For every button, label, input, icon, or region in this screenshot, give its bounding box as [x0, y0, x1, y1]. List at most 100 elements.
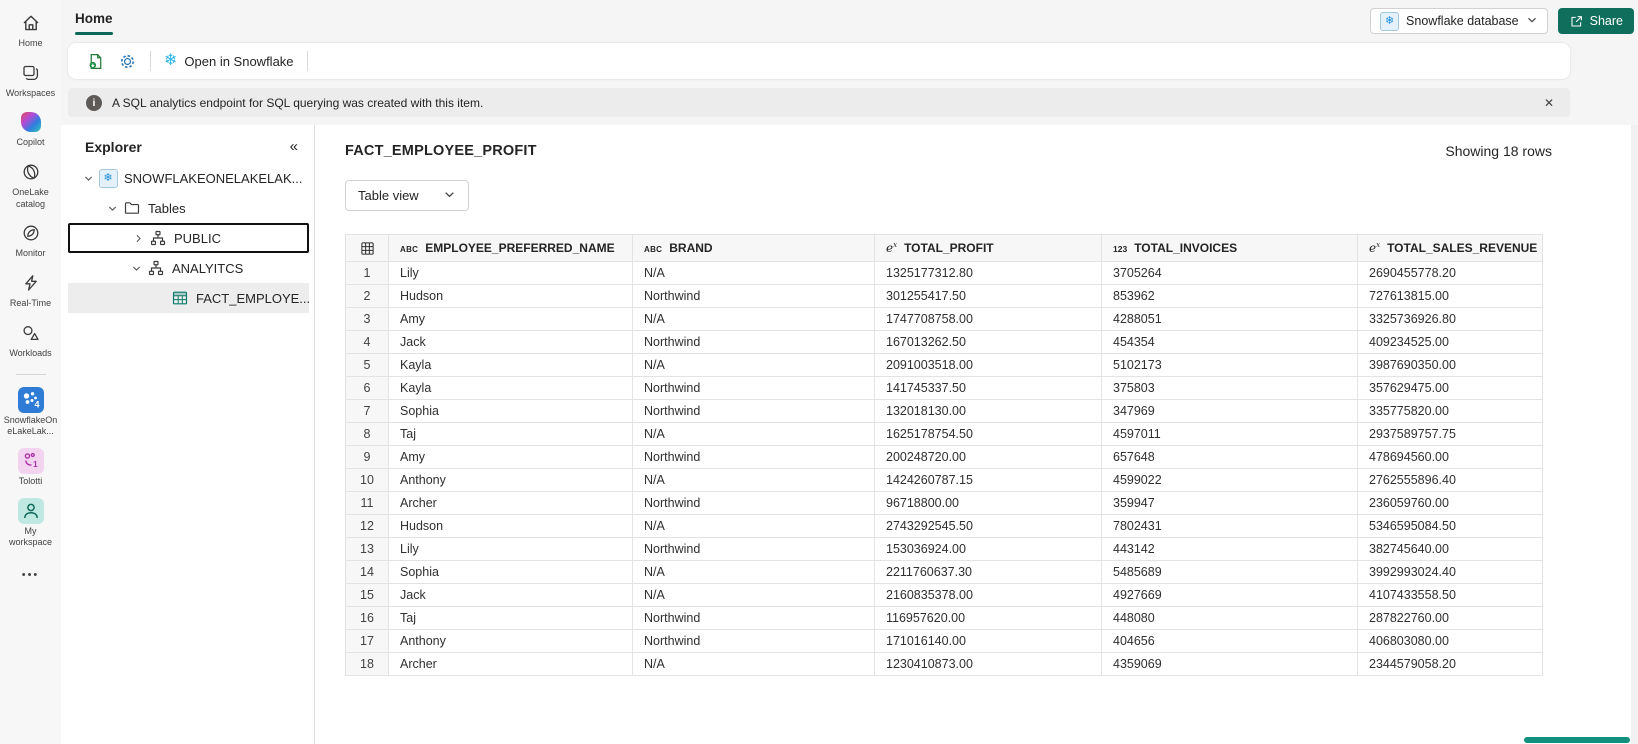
share-button[interactable]: Share — [1557, 8, 1634, 34]
explorer-title: Explorer — [85, 138, 142, 155]
rail-more-button[interactable]: ••• — [22, 569, 40, 581]
tree-item-snowflakeonelakelak[interactable]: ❄ SNOWFLAKEONELAKELAK... — [68, 163, 309, 193]
table-cell: 3705264 — [1102, 262, 1358, 285]
tree-item-label: ANALYITCS — [172, 260, 244, 276]
workspaces-icon — [21, 62, 41, 84]
table-row[interactable]: 1 Lily N/A 1325177312.80 3705264 2690455778.2… — [345, 262, 1543, 285]
table-cell: 5485689 — [1102, 561, 1358, 584]
table-row[interactable]: 5 Kayla N/A 2091003518.00 5102173 3987690350.… — [345, 354, 1543, 377]
rail-item-workspaces[interactable]: Workspaces — [0, 62, 61, 100]
table-row[interactable]: 10 Anthony N/A 1424260787.15 4599022 27625558… — [345, 469, 1543, 492]
toolbar-divider — [306, 51, 308, 71]
column-header-total-invoices[interactable]: 123 TOTAL_INVOICES — [1102, 234, 1358, 262]
table-cell: 4288051 — [1102, 308, 1358, 331]
table-cell: 5102173 — [1102, 354, 1358, 377]
rail-item-tolotti[interactable]: 1 Tolotti — [0, 447, 61, 488]
table-cell: 2211760637.30 — [875, 561, 1102, 584]
open-in-snowflake-button[interactable]: ❄ Open in Snowflake — [164, 53, 294, 69]
table-row[interactable]: 12 Hudson N/A 2743292545.50 7802431 534659508… — [345, 515, 1543, 538]
snowflake-app-icon: 4 — [17, 386, 44, 413]
table-cell: N/A — [633, 423, 875, 446]
table-row[interactable]: 11 Archer Northwind 96718800.00 359947 236059… — [345, 492, 1543, 515]
table-row[interactable]: 13 Lily Northwind 153036924.00 443142 3827456… — [345, 538, 1543, 561]
column-header-total-profit[interactable]: ex TOTAL_PROFIT — [875, 234, 1102, 262]
table-row[interactable]: 6 Kayla Northwind 141745337.50 375803 3576294… — [345, 377, 1543, 400]
folder-icon — [123, 199, 141, 217]
table-row[interactable]: 14 Sophia N/A 2211760637.30 5485689 399299302… — [345, 561, 1543, 584]
tab-active-underline — [75, 32, 113, 35]
column-header-total-sales-revenue[interactable]: ex TOTAL_SALES_REVENUE — [1358, 234, 1543, 262]
tab-home[interactable]: Home — [75, 11, 113, 26]
chevron-down-icon[interactable] — [80, 173, 96, 184]
table-row[interactable]: 18 Archer N/A 1230410873.00 4359069 234457905… — [345, 653, 1543, 676]
table-row[interactable]: 8 Taj N/A 1625178754.50 4597011 2937589757.75 — [345, 423, 1543, 446]
tree-item-tables[interactable]: Tables — [68, 193, 309, 223]
table-cell: 4597011 — [1102, 423, 1358, 446]
table-cell: 141745337.50 — [875, 377, 1102, 400]
rail-item-label: Workspaces — [5, 87, 56, 98]
table-row[interactable]: 2 Hudson Northwind 301255417.50 853962 727613… — [345, 285, 1543, 308]
database-type-selector[interactable]: ❄ Snowflake database — [1370, 8, 1548, 34]
chevron-right-icon[interactable] — [130, 233, 146, 244]
table-cell: Sophia — [389, 400, 633, 423]
column-name: TOTAL_INVOICES — [1134, 241, 1238, 255]
column-header-brand[interactable]: ABC BRAND — [633, 234, 875, 262]
table-cell: 153036924.00 — [875, 538, 1102, 561]
rail-item-snowflakeonelakelak[interactable]: 4 SnowflakeOneLakeLak... — [0, 386, 61, 438]
rail-item-workloads[interactable]: Workloads — [0, 322, 61, 360]
table-cell: Kayla — [389, 377, 633, 400]
rail-item-copilot[interactable]: Copilot — [0, 111, 61, 149]
chevron-down-icon[interactable] — [128, 263, 144, 274]
column-name: TOTAL_PROFIT — [904, 241, 994, 255]
table-cell: Northwind — [633, 446, 875, 469]
explorer-header: Explorer « — [68, 125, 314, 163]
rail-item-home[interactable]: Home — [0, 12, 61, 50]
banner-close-icon[interactable]: ✕ — [1542, 94, 1556, 112]
row-number-cell: 9 — [345, 446, 389, 469]
rail-item-my-workspace[interactable]: My workspace — [0, 497, 61, 549]
svg-text:1: 1 — [33, 459, 38, 469]
table-cell: 2937589757.75 — [1358, 423, 1543, 446]
table-cell: Taj — [389, 607, 633, 630]
sql-endpoint-icon[interactable] — [86, 52, 105, 71]
table-cell: 727613815.00 — [1358, 285, 1543, 308]
table-cell: 853962 — [1102, 285, 1358, 308]
table-cell: 301255417.50 — [875, 285, 1102, 308]
rail-item-monitor[interactable]: Monitor — [0, 222, 61, 260]
table-cell: 382745640.00 — [1358, 538, 1543, 561]
table-cell: N/A — [633, 262, 875, 285]
rail-item-real-time[interactable]: Real-Time — [0, 272, 61, 310]
content-area: FACT_EMPLOYEE_PROFIT Showing 18 rows Tab… — [315, 125, 1631, 744]
table-row[interactable]: 9 Amy Northwind 200248720.00 657648 478694560… — [345, 446, 1543, 469]
table-row[interactable]: 16 Taj Northwind 116957620.00 448080 28782276… — [345, 607, 1543, 630]
table-row[interactable]: 7 Sophia Northwind 132018130.00 347969 335775… — [345, 400, 1543, 423]
view-selector-dropdown[interactable]: Table view — [345, 180, 469, 211]
chevron-down-icon[interactable] — [104, 203, 120, 214]
rail-item-onelake-catalog[interactable]: OneLake catalog — [0, 161, 61, 210]
table-row[interactable]: 17 Anthony Northwind 171016140.00 404656 4068… — [345, 630, 1543, 653]
horizontal-scrollbar-thumb[interactable] — [1524, 737, 1630, 743]
database-type-label: Snowflake database — [1406, 14, 1519, 28]
table-cell: 1230410873.00 — [875, 653, 1102, 676]
vertical-scrollbar[interactable] — [1631, 125, 1638, 744]
table-header-row: ABC EMPLOYEE_PREFERRED_NAME ABC BRAND ex TOTA… — [345, 234, 1543, 262]
tree-item-analyitcs[interactable]: ANALYITCS — [68, 253, 309, 283]
row-number-cell: 2 — [345, 285, 389, 308]
fx-type-icon: ex — [1369, 241, 1381, 255]
home-icon — [21, 12, 41, 34]
table-row[interactable]: 4 Jack Northwind 167013262.50 454354 40923452… — [345, 331, 1543, 354]
table-row[interactable]: 3 Amy N/A 1747708758.00 4288051 3325736926.80 — [345, 308, 1543, 331]
row-number-cell: 15 — [345, 584, 389, 607]
tree-item-fact-employe[interactable]: FACT_EMPLOYE... — [68, 283, 310, 313]
rail-item-label: Tolotti — [18, 475, 43, 486]
table-cell: 448080 — [1102, 607, 1358, 630]
column-header-employee-preferred-name[interactable]: ABC EMPLOYEE_PREFERRED_NAME — [389, 234, 633, 262]
table-cell: Northwind — [633, 630, 875, 653]
table-cell: N/A — [633, 653, 875, 676]
table-cell: Hudson — [389, 515, 633, 538]
tree-item-public[interactable]: PUBLIC — [68, 223, 309, 253]
table-row[interactable]: 15 Jack N/A 2160835378.00 4927669 4107433558.… — [345, 584, 1543, 607]
table-cell: Lily — [389, 538, 633, 561]
collapse-panel-icon[interactable]: « — [290, 138, 298, 155]
settings-gear-icon[interactable] — [118, 52, 137, 71]
